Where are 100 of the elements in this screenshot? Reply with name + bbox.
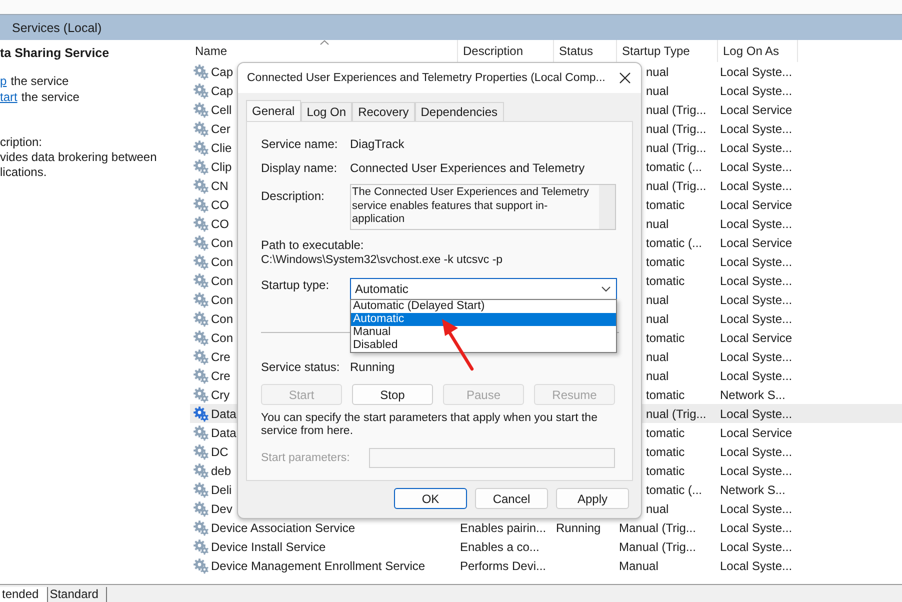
startup-type: tomatic [646,388,685,402]
service-name: Clip [211,160,232,174]
log-on-as: Local Service [720,102,792,116]
log-on-as: Local Syste... [720,274,792,288]
field-label: Start parameters: [261,452,351,464]
dialog-title: Connected User Experiences and Telemetry Properties (Local Comp... [247,72,606,84]
log-on-as: Local Syste... [720,520,792,534]
startup-type: tomatic [646,198,685,212]
startup-type: nual (Trig... [646,102,706,116]
startup-type: tomatic [646,274,685,288]
log-on-as: Local Syste... [720,292,792,306]
field-label: Service name: [261,137,339,151]
service-name: Con [211,254,234,268]
startup-type: tomatic (... [646,236,702,250]
startup-type: Manual (Trig... [619,540,696,554]
service-name: Con [211,330,234,344]
service-name: Cap [211,84,234,98]
service-name: Clie [211,140,232,154]
service-name: CN [211,178,228,192]
service-name: Con [211,312,234,326]
service-name: Cre [211,368,230,382]
log-on-as: Local Syste... [720,444,792,458]
service-name: Cap [211,64,234,78]
service-name: Con [211,292,234,306]
startup-type: tomatic [646,426,685,440]
field-value: Running [350,360,395,374]
service-name: Data [211,426,236,440]
startup-type: tomatic [646,464,685,478]
log-on-as: Local Service [720,330,792,344]
log-on-as: Local Syste... [720,368,792,382]
service-name: CO [211,216,229,230]
startup-type: tomatic [646,444,685,458]
service-name: Con [211,236,234,250]
startup-type: nual [646,216,669,230]
startup-type: Manual (Trig... [619,520,696,534]
startup-type: nual [646,292,669,306]
startup-type: nual [646,502,669,516]
log-on-as: Local Syste... [720,64,792,78]
startup-type: tomatic (... [646,482,702,496]
service-description: Performs Devi... [460,558,546,572]
log-on-as: Local Syste... [720,216,792,230]
field-value: C:\Windows\System32\svchost.exe -k utcsvc -p [261,254,504,268]
service-name: DC [211,444,228,458]
startup-type: nual [646,312,669,326]
field-value: Connected User Experiences and Telemetry [350,161,585,175]
service-name: Cer [211,122,230,136]
startup-type: nual [646,368,669,382]
log-on-as: Local Syste... [720,540,792,554]
hint-text: You can specify the start parameters that apply when you start the service from here. [261,412,598,438]
startup-type: nual (Trig... [646,140,706,154]
service-description: Enables pairin... [460,520,546,534]
log-on-as: Network S... [720,482,786,496]
field-value: DiagTrack [350,137,404,151]
description-text: vides data brokering between [0,150,158,165]
service-status: Running [556,520,601,534]
startup-type: nual (Trig... [646,122,706,136]
log-on-as: Local Syste... [720,140,792,154]
service-name: deb [211,464,232,478]
panel-title: Services (Local) [12,20,102,34]
startup-type: nual [646,350,669,364]
service-name: Deli [211,482,232,496]
log-on-as: Local Syste... [720,178,792,192]
startup-type: tomatic [646,330,685,344]
description-label: cription: [0,135,44,150]
service-name: Cry [211,388,230,402]
action-text: the service [10,74,69,90]
log-on-as: Local Syste... [720,84,792,98]
service-name: Device Association Service [211,520,356,534]
log-on-as: Local Syste... [720,160,792,174]
field-label: Description: [261,188,326,203]
startup-type: nual [646,64,669,78]
log-on-as: Local Service [720,198,792,212]
service-name: Con [211,274,234,288]
log-on-as: Local Syste... [720,350,792,364]
log-on-as: Network S... [720,388,786,402]
startup-type: tomatic [646,254,685,268]
service-name: Cre [211,350,230,364]
service-name: Dev [211,502,232,516]
startup-type: nual (Trig... [646,178,706,192]
startup-type: nual (Trig... [646,406,706,420]
field-label: Display name: [261,161,338,175]
service-name: Data [211,406,236,420]
startup-type: Manual [619,558,658,572]
field-label: Startup type: [261,278,330,292]
log-on-as: Local Syste... [720,464,792,478]
log-on-as: Local Syste... [720,254,792,268]
startup-type: tomatic (... [646,160,702,174]
service-name: Cell [211,102,232,116]
action-text: the service [21,90,80,106]
log-on-as: Local Syste... [720,312,792,326]
log-on-as: Local Syste... [720,502,792,516]
service-name: Device Install Service [211,540,326,554]
log-on-as: Local Syste... [720,558,792,572]
description-text: lications. [0,165,48,180]
field-label: Path to executable: [261,238,365,254]
service-title: ta Sharing Service [0,46,110,62]
service-description: Enables a co... [460,540,540,554]
service-name: Device Management Enrollment Service [211,558,426,572]
service-name: CO [211,198,229,212]
log-on-as: Local Service [720,236,792,250]
